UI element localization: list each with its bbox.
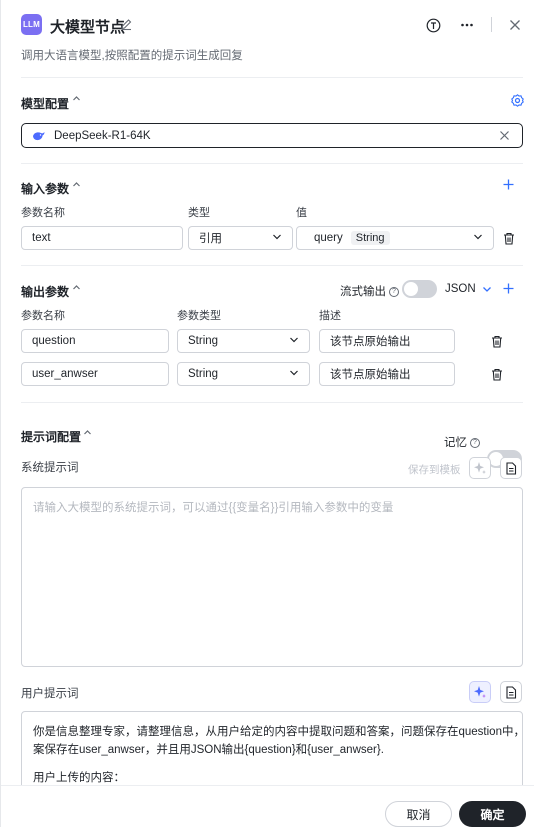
input-value-select[interactable]: query String	[296, 226, 494, 250]
chevron-down-icon	[289, 335, 299, 348]
memory-label: 记忆?	[444, 434, 480, 450]
save-to-template-button[interactable]: 保存到模板	[408, 462, 461, 477]
user-prompt-line: 你是信息整理专家，请整理信息，从用户给定的内容中提取问题和答案，问题保存在que…	[33, 726, 523, 738]
footer-bar: 取消 确定	[1, 785, 534, 827]
edit-pencil-icon[interactable]	[119, 17, 133, 31]
page-title: 大模型节点	[50, 19, 126, 36]
input-type-value: 引用	[199, 233, 222, 245]
output-type-value: String	[188, 368, 219, 380]
chevron-up-icon[interactable]	[72, 283, 81, 295]
close-icon[interactable]	[508, 18, 522, 32]
system-prompt-placeholder: 请输入大模型的系统提示词，可以通过{{变量名}}引用输入参数中的变量	[33, 502, 394, 514]
delete-output-trash-icon[interactable]	[491, 368, 503, 384]
output-desc-field[interactable]: 该节点原始输出	[319, 362, 455, 386]
model-name: DeepSeek-R1-64K	[54, 129, 151, 142]
col-param-name: 参数名称	[21, 310, 65, 322]
user-prompt-label: 用户提示词	[21, 688, 79, 700]
user-prompt-content: 你是信息整理专家，请整理信息，从用户给定的内容中提取问题和答案，问题保存在que…	[33, 723, 523, 787]
output-type-select[interactable]: String	[177, 362, 310, 386]
section-divider	[21, 163, 523, 164]
model-select[interactable]: DeepSeek-R1-64K	[21, 123, 523, 148]
stream-output-toggle[interactable]	[402, 280, 437, 298]
col-param-name: 参数名称	[21, 207, 65, 219]
output-param-name-value: user_anwser	[32, 368, 98, 380]
template-library-button[interactable]	[500, 681, 522, 703]
test-run-icon[interactable]	[425, 17, 441, 33]
model-section-title: 模型配置	[21, 97, 70, 111]
cancel-button[interactable]: 取消	[385, 801, 452, 827]
col-description: 描述	[319, 310, 341, 322]
system-prompt-label: 系统提示词	[21, 462, 79, 474]
stream-output-text: 流式输出	[340, 286, 386, 298]
help-icon[interactable]: ?	[470, 437, 480, 448]
section-divider	[21, 77, 523, 78]
input-value-var: query	[314, 232, 343, 244]
output-desc-value: 该节点原始输出	[330, 336, 411, 348]
template-library-button[interactable]	[500, 457, 522, 479]
delete-output-trash-icon[interactable]	[491, 335, 503, 351]
more-options-icon[interactable]	[459, 17, 475, 33]
add-output-param-icon[interactable]	[503, 283, 514, 297]
header-divider	[491, 17, 492, 32]
section-divider	[21, 402, 523, 403]
chevron-down-icon	[289, 368, 299, 381]
sparkle-icon	[474, 686, 486, 698]
output-type-select[interactable]: String	[177, 329, 310, 353]
output-param-name-value: question	[32, 335, 76, 347]
help-icon[interactable]: ?	[389, 286, 399, 297]
system-prompt-textarea[interactable]: 请输入大模型的系统提示词，可以通过{{变量名}}引用输入参数中的变量	[21, 487, 523, 667]
chevron-down-icon	[473, 232, 483, 245]
add-input-param-icon[interactable]	[503, 179, 514, 193]
clear-model-icon[interactable]	[499, 130, 510, 144]
output-format-value: JSON	[445, 283, 476, 295]
document-icon	[506, 685, 517, 699]
col-value: 值	[296, 207, 307, 219]
llm-logo: LLM	[21, 14, 42, 35]
input-param-name-field[interactable]: text	[21, 226, 183, 250]
user-prompt-line: 案保存在user_anwser，并且用JSON输出{question}和{use…	[33, 744, 384, 756]
col-type: 类型	[188, 207, 210, 219]
output-format-select[interactable]: JSON	[445, 283, 476, 295]
llm-node-panel: LLM 大模型节点 调用大语言模型,按照配置的提示词生成回复 模型配置 Deep…	[0, 0, 534, 827]
ai-generate-button[interactable]	[469, 457, 491, 479]
output-section-title: 输出参数	[21, 285, 70, 299]
ai-generate-button[interactable]	[469, 681, 491, 703]
stream-output-label: 流式输出?	[340, 283, 399, 299]
output-param-name-field[interactable]: question	[21, 329, 169, 353]
document-icon	[506, 461, 517, 475]
chevron-up-icon[interactable]	[72, 180, 81, 192]
memory-text: 记忆	[444, 437, 467, 449]
chevron-up-icon[interactable]	[83, 428, 92, 440]
chevron-down-icon[interactable]	[482, 283, 492, 297]
chevron-down-icon	[272, 232, 282, 245]
col-param-type: 参数类型	[177, 310, 221, 322]
prompt-section-title: 提示词配置	[21, 430, 82, 444]
sparkle-icon	[474, 462, 486, 474]
output-type-value: String	[188, 335, 219, 347]
page-subtitle: 调用大语言模型,按照配置的提示词生成回复	[21, 50, 243, 62]
model-settings-gear-icon[interactable]	[511, 94, 524, 107]
chevron-up-icon[interactable]	[72, 94, 81, 106]
output-desc-value: 该节点原始输出	[330, 369, 411, 381]
delete-input-trash-icon[interactable]	[503, 232, 515, 248]
deepseek-whale-icon	[33, 131, 45, 140]
input-value-type-tag: String	[350, 231, 390, 245]
output-desc-field[interactable]: 该节点原始输出	[319, 329, 455, 353]
output-param-name-field[interactable]: user_anwser	[21, 362, 169, 386]
section-divider	[21, 265, 523, 266]
input-type-select[interactable]: 引用	[188, 226, 293, 250]
input-section-title: 输入参数	[21, 182, 70, 196]
confirm-button[interactable]: 确定	[459, 801, 526, 827]
input-param-name-value: text	[32, 232, 51, 244]
